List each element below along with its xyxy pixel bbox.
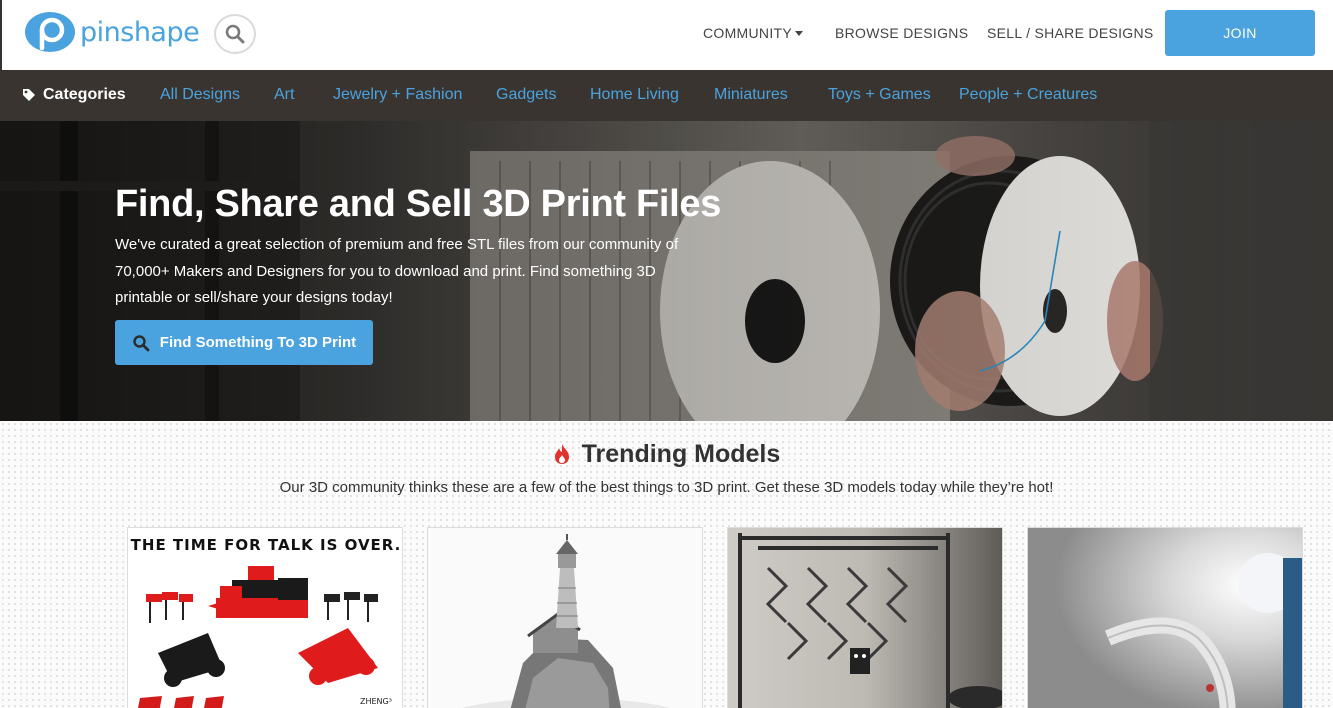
tag-icon xyxy=(23,89,35,101)
nav-community-label: COMMUNITY xyxy=(703,25,793,41)
hero-title: Find, Share and Sell 3D Print Files xyxy=(115,183,722,225)
brand-name: pinshape xyxy=(80,16,200,48)
hero-banner: Find, Share and Sell 3D Print Files We'v… xyxy=(0,121,1333,421)
trending-card[interactable]: THE TIME FOR TALK IS OVER. ZHENG³ xyxy=(127,527,403,708)
category-people-creatures[interactable]: People + Creatures xyxy=(959,86,1097,104)
trending-section: Trending Models Our 3D community thinks … xyxy=(0,421,1333,708)
category-home-living[interactable]: Home Living xyxy=(590,86,679,104)
trending-card[interactable] xyxy=(1027,527,1303,708)
trending-heading: Trending Models xyxy=(0,440,1333,469)
nav-sell-share-designs[interactable]: SELL / SHARE DESIGNS xyxy=(987,25,1154,41)
top-header: pinshape COMMUNITY BROWSE DESIGNS SELL /… xyxy=(0,0,1333,70)
find-something-button[interactable]: Find Something To 3D Print xyxy=(115,320,373,365)
trending-title: Trending Models xyxy=(581,440,781,468)
category-all-designs[interactable]: All Designs xyxy=(160,86,240,104)
pinshape-logo[interactable]: pinshape xyxy=(24,11,200,53)
svg-text:ZHENG³: ZHENG³ xyxy=(360,697,392,706)
header-search-button[interactable] xyxy=(214,14,256,54)
search-icon xyxy=(225,24,245,44)
category-gadgets[interactable]: Gadgets xyxy=(496,86,556,104)
category-bar: Categories All Designs Art Jewelry + Fas… xyxy=(0,70,1333,121)
pinshape-logo-icon xyxy=(25,12,75,52)
trending-card[interactable] xyxy=(427,527,703,708)
join-button[interactable]: JOIN xyxy=(1165,10,1315,56)
curved-lamp-image xyxy=(1028,528,1302,708)
category-jewelry-fashion[interactable]: Jewelry + Fashion xyxy=(333,86,462,104)
printer-frame-image xyxy=(728,528,1002,708)
search-icon xyxy=(133,334,150,351)
nav-community[interactable]: COMMUNITY xyxy=(703,25,804,41)
category-toys-games[interactable]: Toys + Games xyxy=(828,86,931,104)
category-art[interactable]: Art xyxy=(274,86,294,104)
caret-down-icon xyxy=(795,30,804,36)
fire-icon xyxy=(554,444,569,464)
categories-label: Categories xyxy=(22,86,126,104)
trending-subtitle: Our 3D community thinks these are a few … xyxy=(279,479,1054,496)
catapult-game-image: ZHENG³ xyxy=(138,566,392,708)
find-something-label: Find Something To 3D Print xyxy=(159,334,357,351)
hero-subtitle: We've curated a great selection of premi… xyxy=(115,236,679,306)
lighthouse-image xyxy=(428,528,702,708)
trending-card[interactable] xyxy=(727,527,1003,708)
categories-label-text: Categories xyxy=(43,86,126,103)
category-miniatures[interactable]: Miniatures xyxy=(714,86,788,104)
nav-browse-designs[interactable]: BROWSE DESIGNS xyxy=(835,25,968,41)
